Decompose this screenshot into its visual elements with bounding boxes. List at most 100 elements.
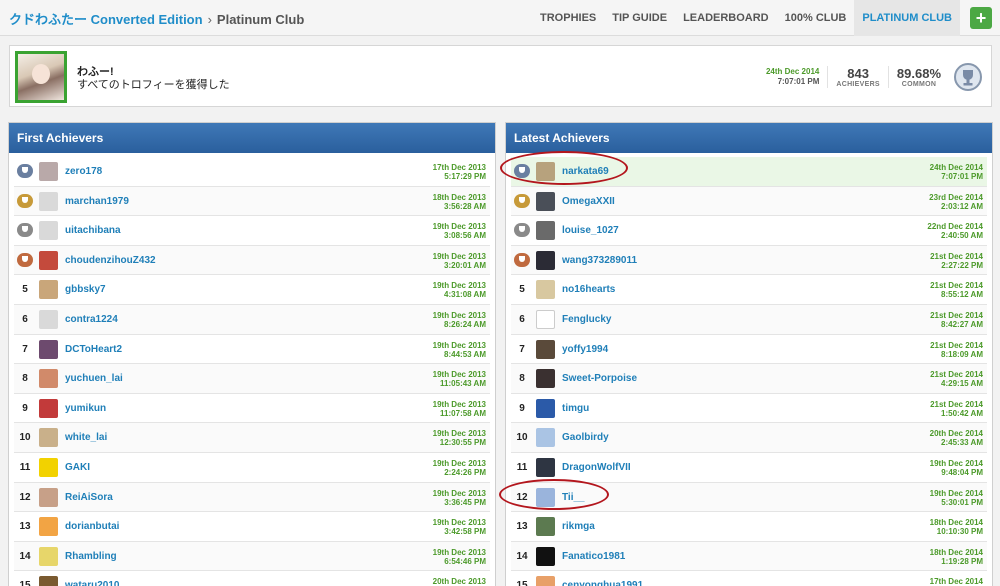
avatar[interactable] — [536, 221, 555, 241]
username-link[interactable]: GAKI — [65, 453, 90, 482]
username-link[interactable]: choudenzihouZ432 — [65, 246, 156, 275]
avatar[interactable] — [39, 250, 58, 270]
nav-trophies[interactable]: TROPHIES — [532, 0, 604, 36]
nav-tip-guide[interactable]: TIP GUIDE — [604, 0, 675, 36]
username-link[interactable]: Rhambling — [65, 542, 117, 571]
breadcrumb-current-page: Platinum Club — [216, 12, 305, 27]
earned-date: 18th Dec 2014 — [929, 518, 983, 528]
username-link[interactable]: rikmga — [562, 512, 595, 541]
breadcrumb-game-link[interactable]: クドわふたー Converted Edition — [9, 12, 203, 27]
username-link[interactable]: DCToHeart2 — [65, 335, 122, 364]
username-link[interactable]: yuchuen_lai — [65, 364, 123, 393]
username-link[interactable]: dorianbutai — [65, 512, 119, 541]
first-achievers-title: First Achievers — [9, 123, 495, 153]
earned-timestamp: 21st Dec 2014 8:18:09 AM — [930, 341, 983, 359]
username-link[interactable]: OmegaXXII — [562, 187, 615, 216]
avatar[interactable] — [536, 280, 555, 300]
earned-timestamp: 19th Dec 2013 11:05:43 AM — [433, 370, 486, 388]
earned-date: 24th Dec 2014 — [929, 163, 983, 172]
earned-timestamp: 21st Dec 2014 8:42:27 AM — [930, 311, 983, 329]
username-link[interactable]: cenyonghua1991 — [562, 571, 643, 586]
avatar[interactable] — [536, 191, 555, 211]
row-rank: 14 — [19, 550, 31, 562]
username-link[interactable]: uitachibana — [65, 216, 121, 245]
avatar[interactable] — [536, 428, 555, 448]
earned-timestamp: 21st Dec 2014 4:29:15 AM — [930, 370, 983, 388]
nav-platinum-club[interactable]: PLATINUM CLUB — [854, 0, 960, 36]
trophy-earned-date: 24th Dec 2014 7:07:01 PM — [766, 67, 827, 87]
avatar[interactable] — [536, 309, 555, 329]
trophy-date: 24th Dec 2014 — [765, 67, 820, 76]
username-link[interactable]: DragonWolfVII — [562, 453, 631, 482]
username-link[interactable]: yoffy1994 — [562, 335, 608, 364]
username-link[interactable]: ReiAiSora — [65, 483, 113, 512]
username-link[interactable]: wataru2010 — [65, 571, 119, 586]
avatar[interactable] — [536, 457, 555, 477]
earned-date: 19th Dec 2013 — [432, 251, 486, 261]
table-row: OmegaXXII 23rd Dec 2014 2:03:12 AM — [511, 186, 987, 217]
username-link[interactable]: Fenglucky — [562, 305, 611, 334]
avatar[interactable] — [39, 280, 58, 300]
earned-date: 19th Dec 2013 — [432, 399, 486, 409]
avatar[interactable] — [39, 576, 58, 586]
username-link[interactable]: Sweet-Porpoise — [562, 364, 637, 393]
username-link[interactable]: contra1224 — [65, 305, 118, 334]
username-link[interactable]: gbbsky7 — [65, 275, 106, 304]
add-button[interactable]: + — [970, 7, 992, 29]
username-link[interactable]: louise_1027 — [562, 216, 619, 245]
username-link[interactable]: wang373289011 — [562, 246, 637, 275]
username-link[interactable]: Gaolbirdy — [562, 423, 609, 452]
avatar[interactable] — [536, 546, 555, 566]
avatar[interactable] — [39, 398, 58, 418]
avatar[interactable] — [536, 369, 555, 389]
avatar[interactable] — [39, 191, 58, 211]
avatar[interactable] — [39, 487, 58, 507]
earned-timestamp: 20th Dec 2013 — [433, 577, 486, 586]
earned-time: 11:05:43 AM — [440, 379, 486, 389]
earned-timestamp: 19th Dec 2013 4:31:08 AM — [433, 281, 486, 299]
row-rank: 10 — [516, 432, 528, 444]
nav-100-club[interactable]: 100% CLUB — [777, 0, 855, 36]
row-rank: 14 — [516, 550, 528, 562]
row-rank: 5 — [519, 284, 525, 296]
common-percent: 89.68% — [896, 66, 941, 81]
avatar[interactable] — [536, 339, 555, 359]
username-link[interactable]: timgu — [562, 394, 589, 423]
username-link[interactable]: no16hearts — [562, 275, 615, 304]
avatar[interactable] — [39, 221, 58, 241]
table-row: 15 wataru2010 20th Dec 2013 — [14, 571, 490, 586]
avatar[interactable] — [39, 162, 58, 181]
nav-leaderboard[interactable]: LEADERBOARD — [675, 0, 777, 36]
earned-date: 19th Dec 2013 — [432, 547, 486, 557]
avatar[interactable] — [39, 428, 58, 448]
username-link[interactable]: marchan1979 — [65, 187, 129, 216]
avatar[interactable] — [39, 369, 58, 389]
avatar[interactable] — [536, 250, 555, 270]
earned-timestamp: 23rd Dec 2014 2:03:12 AM — [929, 193, 983, 211]
earned-time: 12:30:55 PM — [439, 438, 486, 448]
avatar[interactable] — [39, 457, 58, 477]
username-link[interactable]: white_lai — [65, 423, 107, 452]
avatar[interactable] — [39, 517, 58, 537]
avatar[interactable] — [536, 576, 555, 586]
earned-date: 17th Dec 2013 — [432, 163, 486, 172]
username-link[interactable]: yumikun — [65, 394, 106, 423]
username-link[interactable]: Fanatico1981 — [562, 542, 625, 571]
avatar[interactable] — [536, 398, 555, 418]
avatar[interactable] — [39, 339, 58, 359]
earned-timestamp: 19th Dec 2013 6:54:46 PM — [433, 548, 486, 566]
table-row: 11 DragonWolfVII 19th Dec 2014 9:48:04 PM — [511, 452, 987, 483]
earned-timestamp: 22nd Dec 2014 2:40:50 AM — [927, 222, 983, 240]
row-rank: 8 — [519, 373, 525, 385]
latest-achievers-list: narkata69 24th Dec 2014 7:07:01 PM OmegaXXI… — [506, 153, 992, 586]
earned-time: 8:26:24 AM — [444, 319, 486, 329]
earned-date: 19th Dec 2013 — [432, 340, 486, 350]
row-rank: 13 — [19, 521, 31, 533]
avatar[interactable] — [39, 309, 58, 329]
username-link[interactable]: zero178 — [65, 157, 102, 186]
row-rank: 15 — [19, 580, 31, 586]
earned-timestamp: 17th Dec 2013 5:17:29 PM — [433, 163, 486, 181]
avatar[interactable] — [536, 517, 555, 537]
avatar[interactable] — [39, 546, 58, 566]
table-row: 9 timgu 21st Dec 2014 1:50:42 AM — [511, 393, 987, 424]
